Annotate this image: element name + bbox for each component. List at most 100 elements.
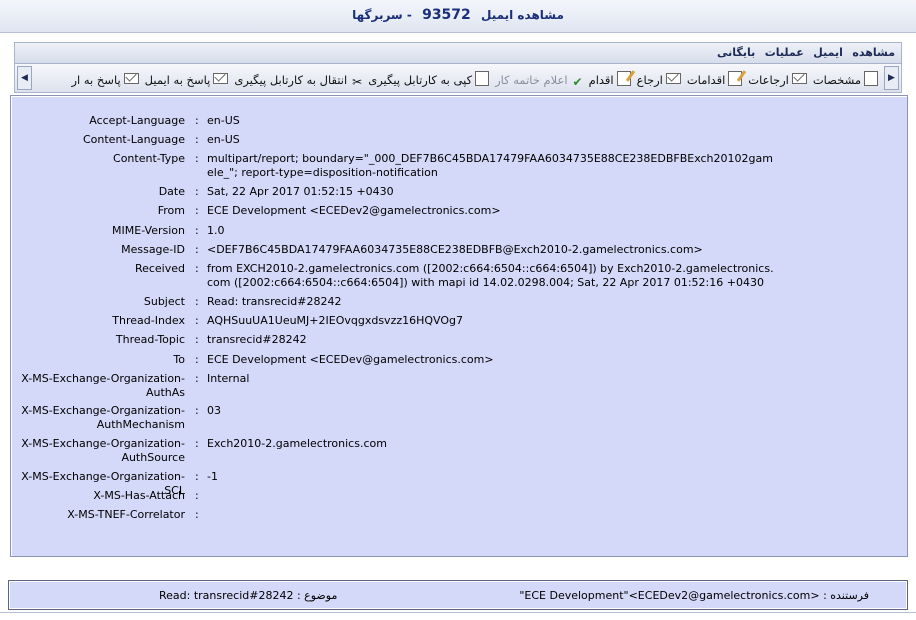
toolbar-scroll-right-icon[interactable]: ▶ bbox=[884, 66, 899, 90]
status-subject-label: موضوع : bbox=[296, 589, 338, 602]
envelope-icon bbox=[791, 73, 807, 84]
header-separator: : bbox=[195, 204, 199, 217]
header-label: Date bbox=[158, 185, 185, 198]
header-separator: : bbox=[195, 508, 199, 521]
header-separator: : bbox=[195, 489, 199, 502]
toolbar-button-label: اقدام bbox=[588, 73, 614, 87]
header-label: X-MS-Exchange-Organization- AuthAs bbox=[21, 372, 185, 399]
toolbar-button-7[interactable]: ✂ انتقال به کارتابل پیگیری bbox=[234, 73, 362, 89]
header-label: Received bbox=[134, 262, 185, 275]
header-separator: : bbox=[195, 295, 199, 308]
header-label: X-MS-TNEF-Correlator bbox=[67, 508, 185, 521]
status-sender: فرستنده : "ECE Development"<ECEDev2@game… bbox=[519, 589, 869, 602]
header-separator: : bbox=[195, 262, 199, 275]
toolbar-button-9[interactable]: پاسخ به ار bbox=[71, 73, 139, 87]
toolbar-button-label: ارجاع bbox=[636, 73, 663, 87]
window-title-prefix: مشاهده ایمیل bbox=[480, 8, 564, 22]
header-label: From bbox=[157, 204, 185, 217]
header-value: 1.0 bbox=[207, 224, 225, 237]
header-label: Message-ID bbox=[121, 243, 185, 256]
header-separator: : bbox=[195, 437, 199, 450]
header-separator: : bbox=[195, 353, 199, 366]
status-sender-value: "ECE Development"<ECEDev2@gamelectronics… bbox=[519, 589, 820, 602]
header-separator: : bbox=[195, 243, 199, 256]
document-icon bbox=[864, 71, 878, 86]
header-value: multipart/report; boundary="_000_DEF7B6C… bbox=[207, 152, 773, 179]
toolbar-button-5: ✔ اعلام خاتمه کار bbox=[495, 73, 583, 89]
header-separator: : bbox=[195, 314, 199, 327]
toolbar-button-0[interactable]: مشخصات bbox=[813, 71, 878, 87]
header-separator: : bbox=[195, 372, 199, 385]
header-label: MIME-Version bbox=[112, 224, 185, 237]
checkmark-icon: ✔ bbox=[572, 75, 583, 89]
toolbar-button-label: اعلام خاتمه کار bbox=[495, 73, 568, 87]
toolbar-button-label: پاسخ به ار bbox=[71, 73, 121, 87]
toolbar-button-3[interactable]: ارجاع bbox=[637, 73, 681, 87]
status-sender-label: فرستنده : bbox=[823, 589, 869, 602]
title-bar: مشاهده ایمیل 93572 - سربرگها bbox=[0, 0, 916, 33]
header-value: -1 bbox=[207, 470, 218, 483]
toolbar: ◀ مشخصات ارجاعات اقدامات ارجاع اقدام ✔ اعلام خ… bbox=[14, 63, 902, 93]
header-label: X-MS-Exchange-Organization- AuthSource bbox=[21, 437, 185, 464]
status-bar: فرستنده : "ECE Development"<ECEDev2@game… bbox=[8, 580, 908, 610]
header-value: 03 bbox=[207, 404, 221, 417]
header-value: Sat, 22 Apr 2017 01:52:15 +0430 bbox=[207, 185, 394, 198]
toolbar-button-label: اقدامات bbox=[686, 73, 726, 87]
header-separator: : bbox=[195, 224, 199, 237]
header-label: Accept-Language bbox=[89, 114, 185, 127]
header-label: Subject bbox=[143, 295, 185, 308]
menu-bar: مشاهده ایمیل عملیات بایگانی bbox=[14, 42, 902, 63]
header-separator: : bbox=[195, 185, 199, 198]
pen-icon bbox=[728, 71, 743, 86]
menu-item-email[interactable]: ایمیل bbox=[813, 46, 843, 59]
header-separator: : bbox=[195, 152, 199, 165]
menu-item-operations[interactable]: عملیات bbox=[765, 46, 804, 59]
toolbar-button-6[interactable]: کپی به کارتابل پیگیری bbox=[368, 71, 490, 87]
toolbar-button-label: مشخصات bbox=[812, 73, 861, 87]
header-separator: : bbox=[195, 114, 199, 127]
toolbar-button-8[interactable]: پاسخ به ایمیل bbox=[145, 73, 229, 87]
toolbar-button-4[interactable]: اقدام bbox=[589, 71, 631, 87]
header-label: Content-Language bbox=[82, 133, 185, 146]
header-label: Content-Type bbox=[113, 152, 185, 165]
envelope-icon bbox=[213, 73, 229, 84]
header-value: Exch2010-2.gamelectronics.com bbox=[207, 437, 387, 450]
toolbar-scroll-left-icon[interactable]: ◀ bbox=[17, 66, 32, 90]
header-value: transrecid#28242 bbox=[207, 333, 307, 346]
toolbar-button-2[interactable]: اقدامات bbox=[686, 71, 743, 87]
menu-item-archive[interactable]: بایگانی bbox=[717, 46, 755, 59]
menu-item-view[interactable]: مشاهده bbox=[852, 46, 895, 59]
document-icon bbox=[475, 71, 490, 86]
header-value: Read: transrecid#28242 bbox=[207, 295, 342, 308]
header-value: ECE Development <ECEDev2@gamelectronics.… bbox=[207, 204, 501, 217]
header-label: To bbox=[173, 353, 185, 366]
header-separator: : bbox=[195, 333, 199, 346]
header-label: Thread-Index bbox=[112, 314, 185, 327]
header-label: X-MS-Exchange-Organization- AuthMechanism bbox=[21, 404, 185, 431]
header-separator: : bbox=[195, 133, 199, 146]
header-separator: : bbox=[195, 404, 199, 417]
toolbar-items: مشخصات ارجاعات اقدامات ارجاع اقدام ✔ اعلام خات… bbox=[33, 64, 881, 92]
toolbar-button-label: کپی به کارتابل پیگیری bbox=[368, 73, 473, 87]
window-title-number: 93572 bbox=[422, 7, 471, 23]
header-value: en-US bbox=[207, 133, 240, 146]
header-value: from EXCH2010-2.gamelectronics.com ([200… bbox=[207, 262, 774, 289]
header-value: en-US bbox=[207, 114, 240, 127]
header-label: Thread-Topic bbox=[115, 333, 185, 346]
pen-icon bbox=[616, 71, 631, 86]
header-value: ECE Development <ECEDev@gamelectronics.c… bbox=[207, 353, 494, 366]
window-bottom-border bbox=[0, 612, 916, 613]
status-subject: موضوع : Read: transrecid#28242 bbox=[159, 589, 337, 602]
envelope-icon bbox=[665, 73, 681, 84]
status-subject-value: Read: transrecid#28242 bbox=[159, 589, 294, 602]
toolbar-button-label: ارجاعات bbox=[748, 73, 789, 87]
toolbar-button-label: پاسخ به ایمیل bbox=[144, 73, 211, 87]
toolbar-button-label: انتقال به کارتابل پیگیری bbox=[234, 73, 348, 87]
header-value: <DEF7B6C45BDA17479FAA6034735E88CE238EDBF… bbox=[207, 243, 703, 256]
envelope-icon bbox=[123, 73, 139, 84]
header-value: Internal bbox=[207, 372, 250, 385]
toolbar-button-1[interactable]: ارجاعات bbox=[748, 73, 807, 87]
header-label: X-MS-Has-Attach bbox=[93, 489, 185, 502]
header-value: AQHSuuUA1UeuMJ+2IEOvqgxdsvzz16HQVOg7 bbox=[207, 314, 464, 327]
header-separator: : bbox=[195, 470, 199, 483]
